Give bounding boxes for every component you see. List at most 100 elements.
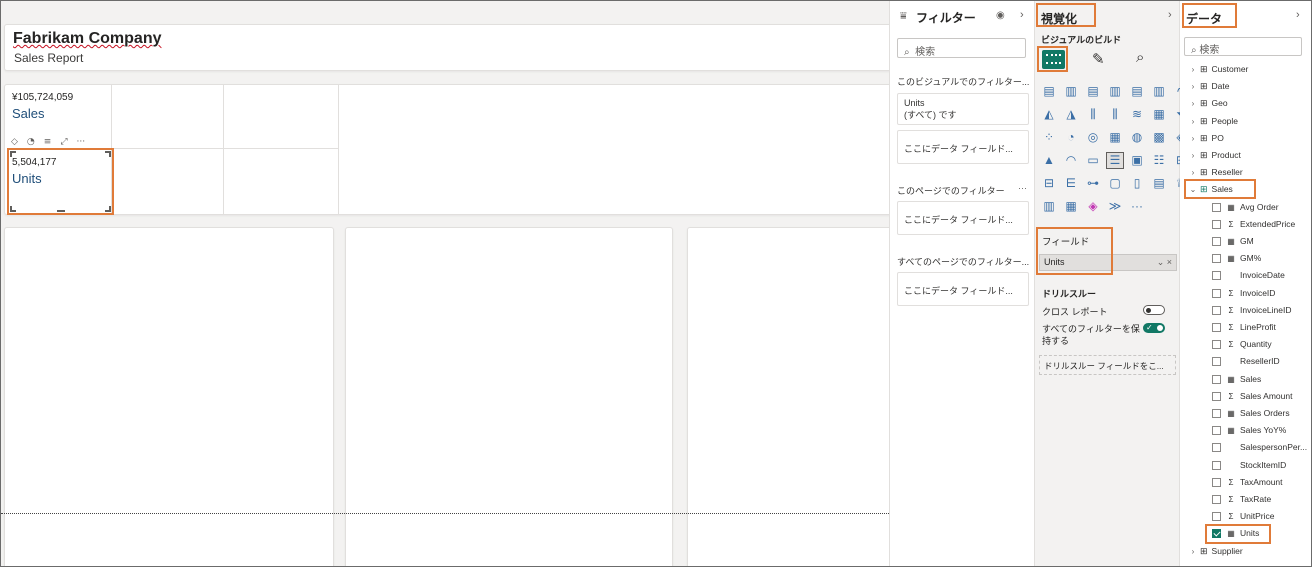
table-item-geo[interactable]: › ⊞ Geo (1188, 95, 1228, 111)
100-stacked-bar-chart-icon[interactable]: ▤ (1129, 84, 1145, 99)
filter-icon[interactable]: ≡ (44, 137, 52, 147)
table-item-reseller[interactable]: › ⊞ Reseller (1188, 164, 1243, 180)
field-item[interactable]: Σ TaxAmount (1212, 474, 1283, 490)
page-filter-drop-zone[interactable]: ここにデータ フィールド... (897, 201, 1029, 235)
chevron-right-icon[interactable]: › (1188, 82, 1198, 91)
field-item[interactable]: Σ TaxRate (1212, 491, 1271, 507)
card-icon[interactable]: ▭ (1085, 153, 1101, 168)
line-stacked-column-chart-icon[interactable]: ⫼ (1085, 107, 1101, 122)
field-item[interactable]: InvoiceDate (1212, 267, 1285, 283)
collapse-chevron-icon[interactable]: › (1168, 9, 1172, 21)
field-checkbox[interactable] (1212, 288, 1221, 298)
field-checkbox[interactable] (1212, 374, 1221, 384)
azure-map-icon[interactable]: ▲ (1041, 153, 1057, 168)
filled-map-icon[interactable]: ▩ (1151, 130, 1167, 145)
resize-handle[interactable] (10, 206, 16, 212)
treemap-icon[interactable]: ▦ (1107, 130, 1123, 145)
map-icon[interactable]: ◍ (1129, 130, 1145, 145)
more-options-icon[interactable]: ··· (1018, 183, 1027, 193)
field-item[interactable]: ▦ Avg Order (1212, 199, 1279, 215)
field-item[interactable]: Σ LineProfit (1212, 319, 1276, 335)
qa-icon[interactable]: ▢ (1107, 176, 1123, 191)
field-checkbox[interactable] (1212, 270, 1221, 280)
field-item[interactable]: SalespersonPer... (1212, 439, 1307, 455)
data-search-input[interactable]: ⌕ 検索 (1184, 37, 1302, 56)
filter-card-units[interactable]: Units (すべて) です (897, 93, 1029, 125)
bell-icon[interactable]: ◔ (27, 137, 35, 147)
collapse-chevron-icon[interactable]: › (1296, 9, 1300, 21)
chevron-right-icon[interactable]: › (1188, 547, 1198, 556)
field-item[interactable]: StockItemID (1212, 457, 1286, 473)
table-item-people[interactable]: › ⊞ People (1188, 113, 1238, 129)
ribbon-chart-icon[interactable]: ≋ (1129, 107, 1145, 122)
field-checkbox[interactable] (1212, 425, 1221, 435)
field-checkbox[interactable] (1212, 305, 1221, 315)
field-item[interactable]: ▦ Sales (1212, 371, 1261, 387)
area-chart-icon[interactable]: ◭ (1041, 107, 1057, 122)
scatter-chart-icon[interactable]: ⁘ (1041, 130, 1057, 145)
field-item[interactable]: Σ ExtendedPrice (1212, 216, 1295, 232)
empty-visual-3[interactable] (687, 227, 889, 566)
format-visual-tab-icon[interactable]: ✎ (1092, 50, 1105, 68)
field-item[interactable]: Σ Quantity (1212, 336, 1272, 352)
cross-report-toggle[interactable] (1143, 305, 1165, 315)
100-stacked-column-chart-icon[interactable]: ▥ (1151, 84, 1167, 99)
donut-chart-icon[interactable]: ◎ (1085, 130, 1101, 145)
resize-handle[interactable] (105, 206, 111, 212)
field-checkbox[interactable] (1212, 494, 1221, 504)
waterfall-chart-icon[interactable]: ▦ (1151, 107, 1167, 122)
kpi-icon[interactable]: ▣ (1129, 153, 1145, 168)
field-item[interactable]: ▦ GM% (1212, 250, 1261, 266)
multi-row-card-icon[interactable]: ☰ (1106, 152, 1124, 169)
key-influencers-icon[interactable]: ⋿ (1063, 176, 1079, 191)
field-checkbox[interactable] (1212, 219, 1221, 229)
stacked-area-chart-icon[interactable]: ◮ (1063, 107, 1079, 122)
field-checkbox[interactable] (1212, 253, 1221, 263)
chevron-down-icon[interactable]: ⌄ × (1157, 257, 1172, 268)
drillthrough-drop-zone[interactable]: ドリルスルー フィールドをこ... (1039, 355, 1176, 375)
field-checkbox[interactable] (1212, 236, 1221, 246)
chevron-right-icon[interactable]: › (1188, 65, 1198, 74)
matrix-icon[interactable]: ⊟ (1041, 176, 1057, 191)
resize-handle[interactable] (57, 206, 65, 212)
collapse-chevron-icon[interactable]: › (1020, 9, 1024, 21)
all-pages-filter-drop-zone[interactable]: ここにデータ フィールド... (897, 272, 1029, 306)
clustered-bar-chart-icon[interactable]: ▤ (1085, 84, 1101, 99)
pie-chart-icon[interactable]: ◔ (1063, 130, 1079, 145)
field-checkbox[interactable] (1212, 322, 1221, 332)
power-automate-flow-icon[interactable]: ≫ (1107, 199, 1123, 214)
field-checkbox[interactable] (1212, 202, 1221, 212)
chevron-right-icon[interactable]: › (1188, 134, 1198, 143)
field-item[interactable]: ▦ GM (1212, 233, 1254, 249)
stacked-bar-chart-icon[interactable]: ▤ (1041, 84, 1057, 99)
field-item[interactable]: Σ InvoiceLineID (1212, 302, 1292, 318)
resize-handle[interactable] (105, 151, 111, 157)
chevron-right-icon[interactable]: › (1188, 117, 1198, 126)
power-automate-icon[interactable]: ▦ (1063, 199, 1079, 214)
field-item[interactable]: Σ InvoiceID (1212, 285, 1275, 301)
table-item-po[interactable]: › ⊞ PO (1188, 130, 1224, 146)
field-checkbox[interactable] (1212, 511, 1221, 521)
power-apps-icon[interactable]: ▥ (1041, 199, 1057, 214)
field-checkbox[interactable] (1212, 391, 1221, 401)
field-checkbox[interactable] (1212, 477, 1221, 487)
diamond-visual-icon[interactable]: ◈ (1085, 199, 1101, 214)
field-checkbox[interactable] (1212, 408, 1221, 418)
analytics-tab-icon[interactable]: ⌕ (1136, 49, 1144, 66)
chevron-right-icon[interactable]: › (1188, 168, 1198, 177)
gauge-icon[interactable]: ◠ (1063, 153, 1079, 168)
table-item-product[interactable]: › ⊞ Product (1188, 147, 1241, 163)
table-item-supplier[interactable]: › ⊞ Supplier (1188, 543, 1243, 559)
table-item-date[interactable]: › ⊞ Date (1188, 78, 1230, 94)
keep-filters-toggle[interactable]: ✓ (1143, 323, 1165, 333)
title-card[interactable]: Fabrikam Company Sales Report (4, 24, 889, 71)
table-item-customer[interactable]: › ⊞ Customer (1188, 61, 1249, 77)
field-checkbox[interactable] (1212, 442, 1221, 452)
field-item[interactable]: ResellerID (1212, 353, 1280, 369)
field-item[interactable]: ▦ Sales Orders (1212, 405, 1290, 421)
filter-search-input[interactable]: ⌕ 検索 (897, 38, 1026, 58)
chevron-right-icon[interactable]: › (1188, 151, 1198, 160)
field-item[interactable]: Σ UnitPrice (1212, 508, 1274, 524)
visual-filter-drop-zone[interactable]: ここにデータ フィールド... (897, 130, 1029, 164)
empty-visual-1[interactable] (4, 227, 334, 566)
